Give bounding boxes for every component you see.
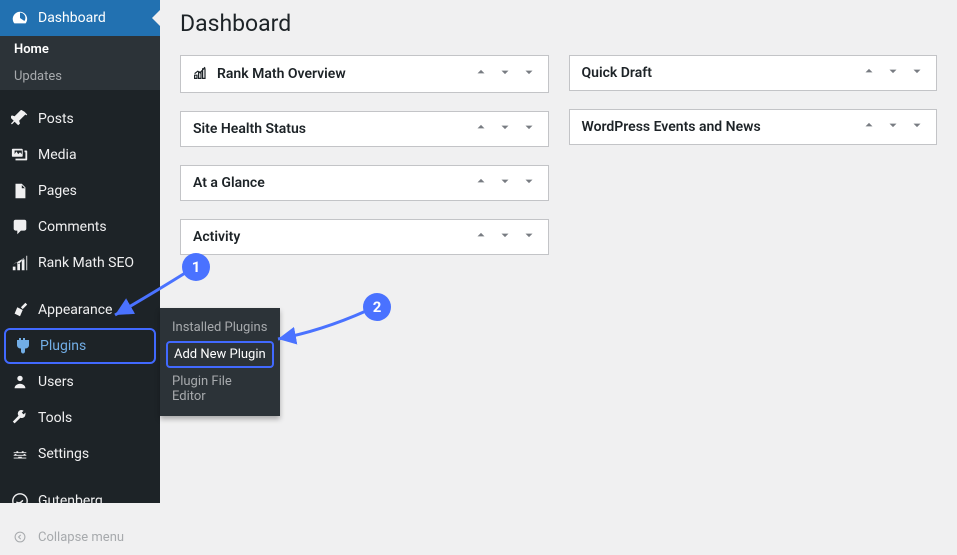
postbox-actions [862,118,924,136]
rankmath-chart-icon [193,64,209,84]
toggle-icon[interactable] [522,65,536,83]
toggle-icon[interactable] [522,174,536,192]
postbox-actions [474,120,536,138]
menu-gutenberg[interactable]: Gutenberg [0,483,160,519]
menu-pages[interactable]: Pages [0,173,160,209]
menu-posts-label: Posts [38,111,74,127]
submenu-home[interactable]: Home [0,36,160,63]
toggle-icon[interactable] [910,118,924,136]
menu-plugins-label: Plugins [40,338,86,354]
dashboard-icon [10,8,30,28]
postbox-title: Rank Math Overview [193,64,346,84]
postbox-actions [474,174,536,192]
menu-media[interactable]: Media [0,137,160,173]
menu-gutenberg-label: Gutenberg [38,493,103,509]
postbox-wpevents: WordPress Events and News [569,109,938,145]
media-icon [10,145,30,165]
postbox-title: At a Glance [193,175,265,191]
pages-icon [10,181,30,201]
menu-posts[interactable]: Posts [0,101,160,137]
move-down-icon[interactable] [498,65,512,83]
postbox-activity: Activity [180,219,549,255]
postbox-ataglance: At a Glance [180,165,549,201]
users-icon [10,372,30,392]
dashboard-submenu: Home Updates [0,36,160,90]
move-up-icon[interactable] [474,174,488,192]
postbox-title-text: Rank Math Overview [217,66,346,82]
dashboard-col-right: Quick Draft WordPress Events and News [569,55,938,255]
settings-icon [10,444,30,464]
toggle-icon[interactable] [522,228,536,246]
menu-comments[interactable]: Comments [0,209,160,245]
postbox-actions [474,228,536,246]
postbox-quickdraft: Quick Draft [569,55,938,91]
menu-comments-label: Comments [38,219,107,235]
annotation-badge-2: 2 [363,293,391,321]
dashboard-col-left: Rank Math Overview Site Health Status [180,55,549,255]
menu-dashboard-label: Dashboard [38,10,106,26]
move-up-icon[interactable] [474,65,488,83]
menu-separator [0,475,160,480]
menu-tools-label: Tools [38,410,72,426]
postbox-header: WordPress Events and News [570,110,937,144]
move-down-icon[interactable] [498,174,512,192]
collapse-icon [10,527,30,547]
postbox-actions [862,64,924,82]
menu-dashboard[interactable]: Dashboard [0,0,160,36]
comments-icon [10,217,30,237]
pin-icon [10,109,30,129]
move-down-icon[interactable] [886,64,900,82]
move-up-icon[interactable] [474,120,488,138]
appearance-icon [10,300,30,320]
menu-users-label: Users [38,374,74,390]
postbox-header: Rank Math Overview [181,56,548,92]
submenu-updates[interactable]: Updates [0,63,160,90]
annotation-arrow-2 [266,306,376,346]
admin-sidebar: Dashboard Home Updates Posts Media Pages… [0,0,160,503]
postbox-title: WordPress Events and News [582,119,761,135]
toggle-icon[interactable] [522,120,536,138]
postbox-title: Site Health Status [193,121,306,137]
gutenberg-icon [10,491,30,511]
menu-tools[interactable]: Tools [0,400,160,436]
flyout-add-new-plugin[interactable]: Add New Plugin [166,341,274,368]
postbox-header: Activity [181,220,548,254]
postbox-header: At a Glance [181,166,548,200]
postbox-header: Quick Draft [570,56,937,90]
toggle-icon[interactable] [910,64,924,82]
postbox-title: Activity [193,229,240,245]
move-up-icon[interactable] [862,64,876,82]
postbox-actions [474,65,536,83]
postbox-title: Quick Draft [582,65,652,81]
page-title: Dashboard [180,10,937,37]
main-content: Dashboard Rank Math Overview [160,0,957,275]
move-down-icon[interactable] [886,118,900,136]
postbox-rankmath: Rank Math Overview [180,55,549,93]
move-up-icon[interactable] [862,118,876,136]
menu-media-label: Media [38,147,77,163]
menu-plugins[interactable]: Plugins [4,328,156,364]
rankmath-icon [10,253,30,273]
postbox-header: Site Health Status [181,112,548,146]
menu-settings-label: Settings [38,446,89,462]
move-up-icon[interactable] [474,228,488,246]
menu-separator [0,93,160,98]
dashboard-widgets: Rank Math Overview Site Health Status [180,55,937,255]
postbox-sitehealth: Site Health Status [180,111,549,147]
menu-collapse[interactable]: Collapse menu [0,519,160,555]
flyout-plugin-file-editor[interactable]: Plugin File Editor [160,368,280,410]
menu-users[interactable]: Users [0,364,160,400]
menu-settings[interactable]: Settings [0,436,160,472]
menu-collapse-label: Collapse menu [38,530,124,545]
menu-pages-label: Pages [38,183,77,199]
tools-icon [10,408,30,428]
plugins-icon [12,336,32,356]
move-down-icon[interactable] [498,228,512,246]
move-down-icon[interactable] [498,120,512,138]
annotation-badge-1: 1 [182,253,210,281]
